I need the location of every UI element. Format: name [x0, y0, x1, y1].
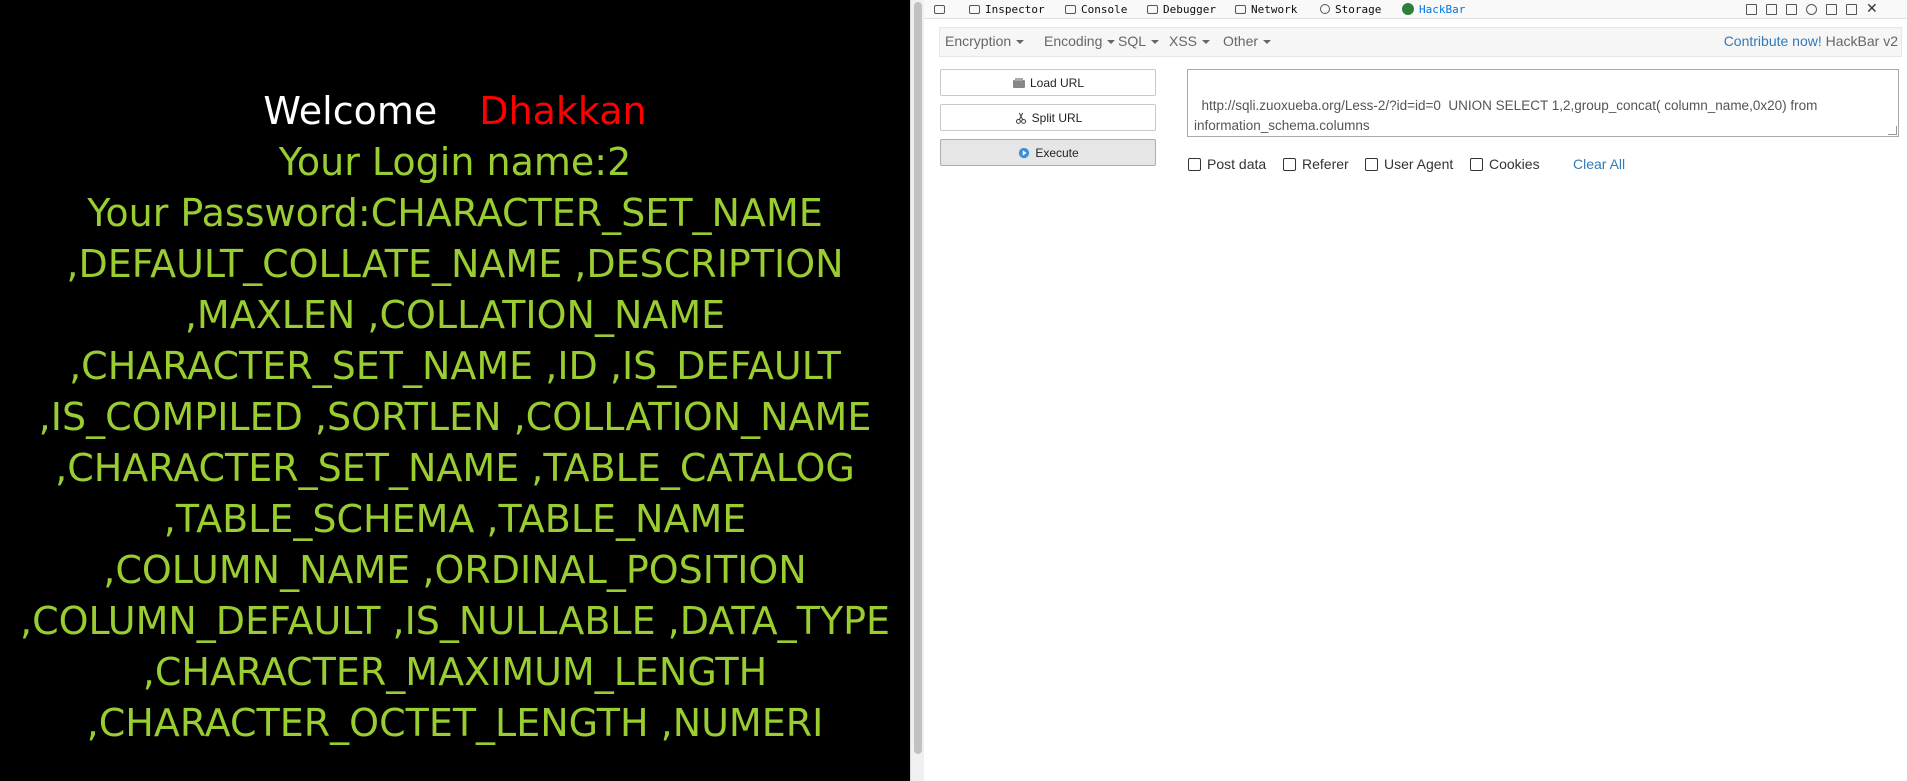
hackbar-version: HackBar v2 — [1825, 33, 1898, 49]
password-line: ,DEFAULT_COLLATE_NAME ,DESCRIPTION — [66, 242, 844, 286]
chevron-down-icon — [1263, 40, 1272, 45]
inspector-icon — [969, 4, 980, 14]
page-scrollbar-thumb[interactable] — [914, 2, 922, 754]
element-picker-button[interactable] — [934, 1, 945, 17]
devtools-toolbar: Inspector Console Debugger Network Stora… — [924, 0, 1907, 19]
menu-label: SQL — [1118, 33, 1147, 49]
password-line: ,IS_COMPILED ,SORTLEN ,COLLATION_NAME — [38, 395, 872, 439]
menu-label: Encoding — [1044, 33, 1103, 49]
password-line: ,CHARACTER_SET_NAME ,TABLE_CATALOG — [55, 446, 855, 490]
console-icon — [1065, 4, 1076, 14]
welcome-line: Welcome Dhakkan — [0, 86, 910, 136]
menu-xss[interactable]: XSS — [1169, 33, 1211, 49]
dock-bottom-icon[interactable] — [1826, 3, 1837, 15]
cookies-option[interactable]: Cookies — [1470, 156, 1540, 172]
network-icon — [1235, 4, 1246, 14]
chevron-down-icon — [1202, 40, 1211, 45]
button-label: Execute — [1035, 145, 1079, 160]
option-label: User Agent — [1384, 156, 1454, 172]
password-line: ,CHARACTER_OCTET_LENGTH ,NUMERI — [86, 701, 824, 745]
password-line: ,MAXLEN ,COLLATION_NAME — [184, 293, 726, 337]
menu-label: XSS — [1169, 33, 1198, 49]
tab-debugger[interactable]: Debugger — [1147, 1, 1216, 17]
chevron-down-icon — [1151, 40, 1160, 45]
menu-encoding[interactable]: Encoding — [1044, 33, 1116, 49]
close-icon[interactable]: ✕ — [1866, 2, 1878, 16]
responsive-icon[interactable] — [1786, 3, 1797, 15]
storage-icon — [1320, 4, 1330, 14]
execute-button[interactable]: Execute — [940, 139, 1156, 166]
tab-network[interactable]: Network — [1235, 1, 1297, 17]
password-line: ,COLUMN_NAME ,ORDINAL_POSITION — [103, 548, 807, 592]
load-url-icon — [1012, 77, 1025, 88]
page-scrollbar[interactable] — [910, 0, 925, 781]
tab-label: Debugger — [1163, 2, 1216, 16]
password-output: Your Password:CHARACTER_SET_NAME ,DEFAUL… — [10, 188, 900, 749]
password-line: ,CHARACTER_MAXIMUM_LENGTH — [142, 650, 768, 694]
tab-label: Inspector — [985, 2, 1045, 16]
menu-encryption[interactable]: Encryption — [945, 33, 1025, 49]
button-label: Split URL — [1031, 110, 1083, 125]
user-agent-option[interactable]: User Agent — [1365, 156, 1453, 172]
contribute-area: Contribute now! HackBar v2 — [1724, 33, 1898, 49]
resize-grip-icon[interactable] — [1888, 126, 1897, 135]
clear-all-link[interactable]: Clear All — [1573, 156, 1625, 172]
button-label: Load URL — [1029, 75, 1085, 90]
login-name-line: Your Login name:2 — [278, 140, 632, 184]
picker-icon — [934, 4, 945, 14]
tab-console[interactable]: Console — [1065, 1, 1127, 17]
cookies-checkbox[interactable] — [1470, 157, 1483, 171]
tab-label: Console — [1081, 2, 1128, 16]
url-text: http://sqli.zuoxueba.org/Less-2/?id=id=0… — [1194, 98, 1822, 133]
menu-other[interactable]: Other — [1223, 33, 1272, 49]
tab-label: HackBar — [1419, 2, 1466, 16]
welcome-name: Dhakkan — [479, 89, 647, 133]
chevron-down-icon — [1107, 40, 1116, 45]
tab-inspector[interactable]: Inspector — [969, 1, 1045, 17]
scissors-icon — [1015, 112, 1026, 124]
separate-window-icon[interactable] — [1846, 3, 1857, 15]
hackbar-menu-bar: Encryption Encoding SQL XSS Other Contri… — [939, 27, 1902, 57]
menu-sql[interactable]: SQL — [1118, 33, 1160, 49]
page-content: Welcome Dhakkan Your Login name:2 Your Pa… — [0, 0, 910, 781]
user-agent-checkbox[interactable] — [1365, 157, 1378, 171]
post-data-option[interactable]: Post data — [1188, 156, 1266, 172]
tab-hackbar[interactable]: HackBar — [1402, 1, 1465, 17]
url-textarea[interactable]: http://sqli.zuoxueba.org/Less-2/?id=id=0… — [1187, 69, 1899, 137]
tab-storage[interactable]: Storage — [1320, 1, 1381, 17]
dock-layout-icon[interactable] — [1746, 3, 1757, 15]
settings-icon[interactable] — [1806, 3, 1817, 15]
option-label: Referer — [1302, 156, 1349, 172]
play-icon — [1019, 147, 1030, 158]
referer-option[interactable]: Referer — [1283, 156, 1349, 172]
option-label: Cookies — [1489, 156, 1540, 172]
post-data-checkbox[interactable] — [1188, 157, 1201, 171]
frame-select-icon[interactable] — [1766, 3, 1777, 15]
password-line: ,COLUMN_DEFAULT ,IS_NULLABLE ,DATA_TYPE — [19, 599, 890, 643]
tab-label: Network — [1251, 2, 1298, 16]
referer-checkbox[interactable] — [1283, 157, 1296, 171]
password-line: Your Password:CHARACTER_SET_NAME — [87, 191, 823, 235]
password-line: ,CHARACTER_SET_NAME ,ID ,IS_DEFAULT — [69, 344, 841, 388]
debugger-icon — [1147, 4, 1158, 14]
split-url-button[interactable]: Split URL — [940, 104, 1156, 131]
option-label: Post data — [1207, 156, 1267, 172]
menu-label: Other — [1223, 33, 1259, 49]
tab-label: Storage — [1335, 2, 1382, 16]
load-url-button[interactable]: Load URL — [940, 69, 1156, 96]
menu-label: Encryption — [945, 33, 1012, 49]
chevron-down-icon — [1016, 40, 1025, 45]
devtools-actions: ✕ — [1746, 2, 1878, 16]
welcome-label: Welcome — [263, 89, 438, 133]
contribute-link[interactable]: Contribute now! — [1724, 33, 1822, 49]
password-line: ,TABLE_SCHEMA ,TABLE_NAME — [163, 497, 747, 541]
hackbar-icon — [1402, 3, 1414, 15]
